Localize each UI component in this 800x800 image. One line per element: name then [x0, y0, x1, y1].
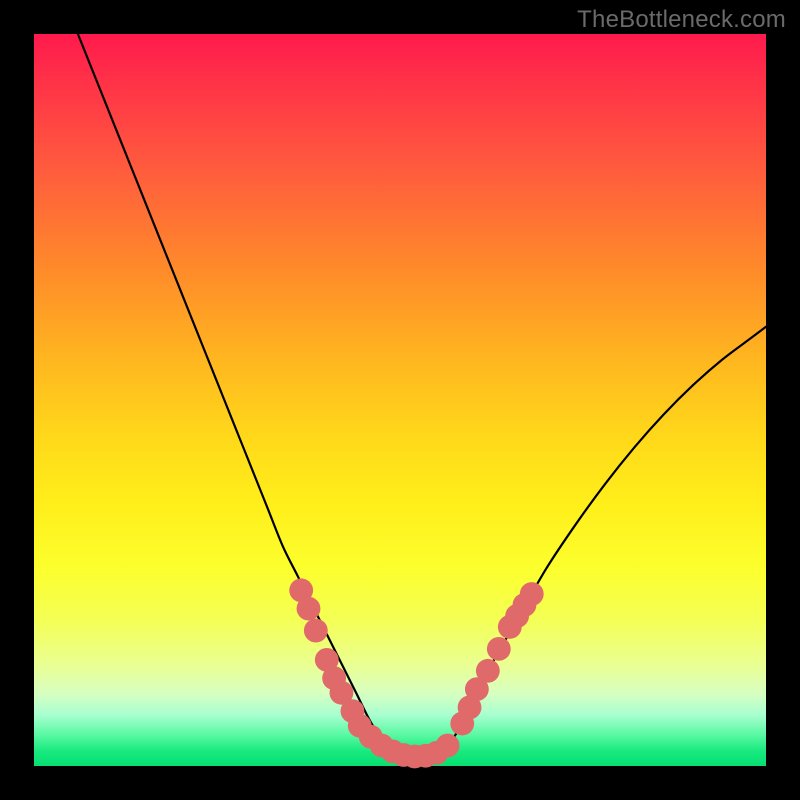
curve-markers — [289, 578, 543, 768]
curve-marker — [487, 637, 511, 661]
chart-svg — [34, 34, 766, 766]
plot-area — [34, 34, 766, 766]
curve-marker — [476, 659, 500, 683]
watermark-text: TheBottleneck.com — [577, 6, 786, 34]
curve-marker — [304, 619, 328, 643]
bottleneck-curve — [78, 34, 766, 759]
curve-marker — [297, 597, 321, 621]
curve-marker — [436, 734, 460, 758]
curve-marker — [520, 582, 544, 606]
chart-frame: TheBottleneck.com — [0, 0, 800, 800]
